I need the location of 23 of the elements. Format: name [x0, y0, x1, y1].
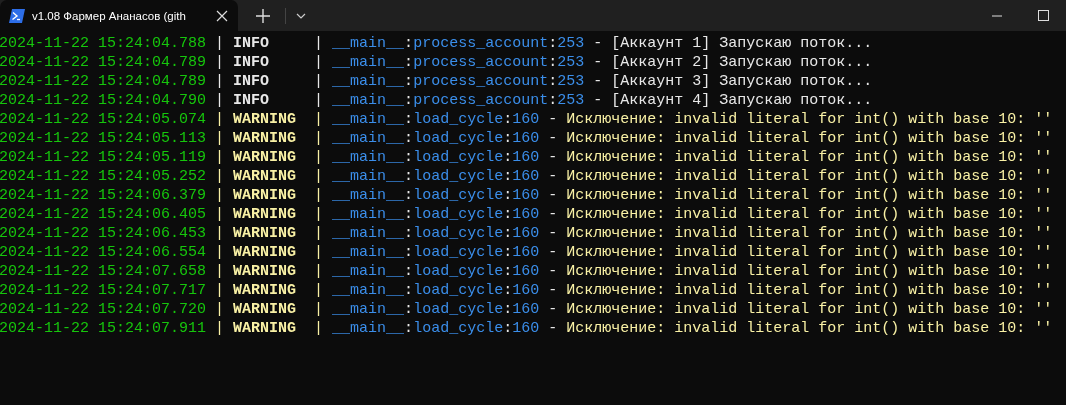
chevron-down-icon[interactable]: [296, 12, 306, 19]
log-line: 2024-11-22 15:24:06.405 | WARNING | __main__:load_cycle:160 - Исключение: invalid literal for int() with base 10: '': [0, 205, 1054, 224]
terminal-tab[interactable]: v1.08 Фармер Ананасов (gith: [0, 0, 238, 31]
log-line: 2024-11-22 15:24:07.658 | WARNING | __main__:load_cycle:160 - Исключение: invalid literal for int() with base 10: '': [0, 262, 1054, 281]
log-line: 2024-11-22 15:24:04.788 | INFO | __main__:process_account:253 - [Аккаунт 1] Запускаю поток...: [0, 34, 874, 53]
log-line: 2024-11-22 15:24:06.554 | WARNING | __main__:load_cycle:160 - Исключение: invalid literal for int() with base 10: '': [0, 243, 1054, 262]
log-line: 2024-11-22 15:24:05.252 | WARNING | __main__:load_cycle:160 - Исключение: invalid literal for int() with base 10: '': [0, 167, 1054, 186]
log-line: 2024-11-22 15:24:06.453 | WARNING | __main__:load_cycle:160 - Исключение: invalid literal for int() with base 10: '': [0, 224, 1054, 243]
log-line: 2024-11-22 15:24:04.790 | INFO | __main__:process_account:253 - [Аккаунт 4] Запускаю поток...: [0, 91, 874, 110]
log-line: 2024-11-22 15:24:05.074 | WARNING | __main__:load_cycle:160 - Исключение: invalid literal for int() with base 10: '': [0, 110, 1054, 129]
log-line: 2024-11-22 15:24:07.720 | WARNING | __main__:load_cycle:160 - Исключение: invalid literal for int() with base 10: '': [0, 300, 1054, 319]
log-line: 2024-11-22 15:24:06.379 | WARNING | __main__:load_cycle:160 - Исключение: invalid literal for int() with base 10: '': [0, 186, 1054, 205]
tab-title: v1.08 Фармер Ананасов (gith: [32, 9, 187, 22]
log-line: 2024-11-22 15:24:07.911 | WARNING | __main__:load_cycle:160 - Исключение: invalid literal for int() with base 10: '': [0, 319, 1054, 338]
log-line: 2024-11-22 15:24:04.789 | INFO | __main__:process_account:253 - [Аккаунт 2] Запускаю поток...: [0, 53, 874, 72]
log-line: 2024-11-22 15:24:05.119 | WARNING | __main__:load_cycle:160 - Исключение: invalid literal for int() with base 10: '': [0, 148, 1054, 167]
minimize-icon[interactable]: [992, 14, 1002, 17]
log-line: 2024-11-22 15:24:05.113 | WARNING | __main__:load_cycle:160 - Исключение: invalid literal for int() with base 10: '': [0, 129, 1054, 148]
log-line: 2024-11-22 15:24:04.789 | INFO | __main__:process_account:253 - [Аккаунт 3] Запускаю поток...: [0, 72, 874, 91]
plus-icon[interactable]: [256, 8, 270, 23]
maximize-icon[interactable]: [1037, 10, 1049, 21]
powershell-icon: [9, 8, 25, 23]
log-line: 2024-11-22 15:24:07.717 | WARNING | __main__:load_cycle:160 - Исключение: invalid literal for int() with base 10: '': [0, 281, 1054, 300]
